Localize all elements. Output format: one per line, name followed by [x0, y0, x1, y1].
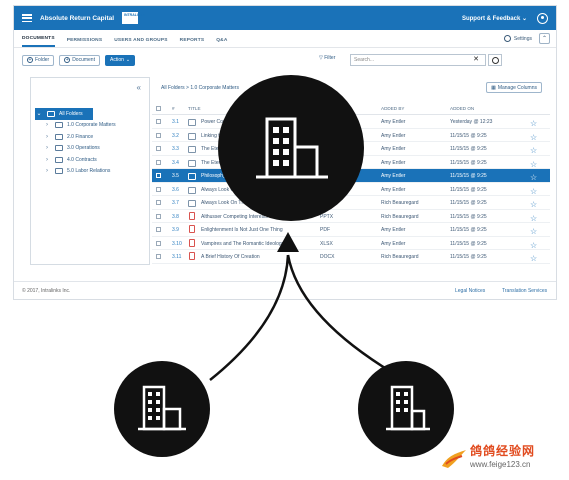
connection-arrows — [209, 232, 406, 382]
bird-logo-icon — [442, 450, 466, 468]
overlay-circle-left — [114, 361, 210, 457]
watermark-title: 鸽鸽经验网 — [470, 444, 536, 458]
stage: Absolute Return Capital INTRALINKS Suppo… — [0, 0, 569, 480]
watermark: 鸽鸽经验网 www.feige123.cn — [440, 440, 560, 476]
buildings-icon — [138, 385, 186, 431]
overlay-circle-large — [218, 75, 364, 221]
watermark-url: www.feige123.cn — [470, 460, 531, 469]
buildings-icon — [256, 117, 328, 179]
